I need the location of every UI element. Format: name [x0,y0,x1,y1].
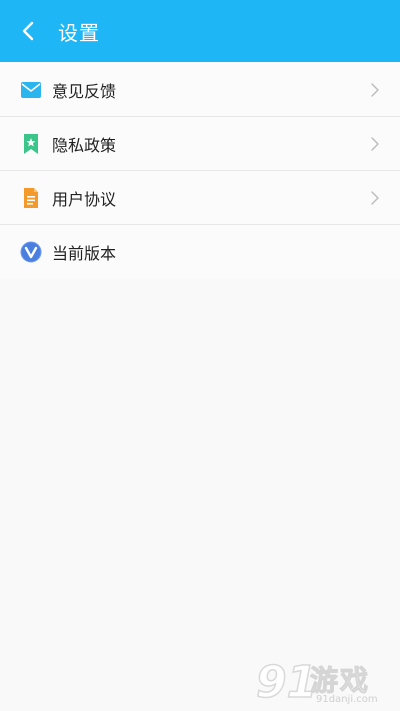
chevron-right-icon [371,136,379,151]
chevron-right-icon [371,190,379,205]
settings-item-user-agreement[interactable]: 用户协议 [0,171,400,225]
chevron-left-icon [22,21,34,41]
chevron-right-icon [371,82,379,97]
watermark-text: 游戏 [309,664,371,698]
watermark-url: 91danji.com [316,694,378,705]
settings-item-label: 当前版本 [52,244,117,263]
settings-list: 意见反馈 隐私政策 用户协议 当前版本 [0,63,400,279]
settings-item-feedback[interactable]: 意见反馈 [0,63,400,117]
site-watermark: 91 游戏 91danji.com [255,655,392,708]
settings-item-privacy-policy[interactable]: 隐私政策 [0,117,400,171]
bookmark-star-icon [20,133,42,155]
mail-icon [20,79,42,101]
settings-screen: 设置 意见反馈 隐私政策 用户协议 当前版本 91 游戏 91danji.com [0,0,400,711]
settings-item-label: 用户协议 [52,189,117,209]
version-logo-icon [20,241,42,263]
back-button[interactable] [0,0,56,62]
document-icon [20,187,42,209]
page-title: 设置 [58,20,100,45]
watermark-number: 91 [255,657,318,708]
settings-item-label: 意见反馈 [52,81,117,101]
app-header: 设置 [0,0,400,62]
settings-item-label: 隐私政策 [52,135,117,155]
settings-item-current-version[interactable]: 当前版本 [0,225,400,279]
